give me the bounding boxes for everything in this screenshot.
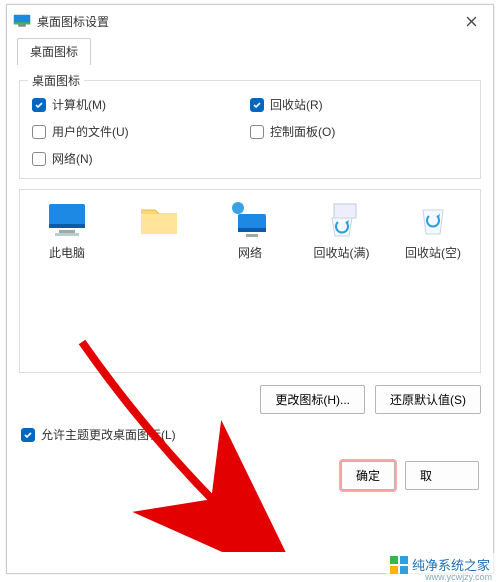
checkbox-label: 用户的文件(U) xyxy=(52,123,129,140)
icon-label: 此电脑 xyxy=(49,244,85,261)
watermark-icon xyxy=(390,556,408,574)
window-title: 桌面图标设置 xyxy=(37,13,455,30)
recycle-empty-icon xyxy=(411,200,455,240)
icon-this-pc[interactable]: 此电脑 xyxy=(30,200,104,261)
checkbox-control[interactable]: 控制面板(O) xyxy=(250,123,468,140)
icon-recycle-full[interactable]: 回收站(满) xyxy=(305,200,379,261)
watermark-url: www.ycwjzy.com xyxy=(425,572,492,582)
dialog-window: 桌面图标设置 桌面图标 桌面图标 计算机(M) 回收站(R) 用户的文件(U) xyxy=(6,4,494,574)
checkbox-label: 计算机(M) xyxy=(52,96,106,113)
change-icon-button[interactable]: 更改图标(H)... xyxy=(260,385,365,414)
titlebar: 桌面图标设置 xyxy=(7,5,493,37)
check-icon xyxy=(250,125,264,139)
check-icon xyxy=(250,98,264,112)
icon-label: 回收站(空) xyxy=(405,244,461,261)
icon-recycle-empty[interactable]: 回收站(空) xyxy=(396,200,470,261)
recycle-full-icon xyxy=(320,200,364,240)
checkbox-network[interactable]: 网络(N) xyxy=(32,150,250,167)
icons-preview-box: 此电脑 网络 回收 xyxy=(19,189,481,373)
checkbox-allow-themes[interactable]: 允许主题更改桌面图标(L) xyxy=(21,426,481,443)
checkbox-label: 控制面板(O) xyxy=(270,123,335,140)
cancel-button[interactable]: 取 xyxy=(405,461,479,490)
tabs: 桌面图标 xyxy=(7,37,493,64)
icon-label: 网络 xyxy=(238,244,262,261)
icon-folder[interactable] xyxy=(122,200,196,244)
check-icon xyxy=(32,98,46,112)
check-icon xyxy=(32,152,46,166)
ok-button[interactable]: 确定 xyxy=(341,461,395,490)
checkbox-recycle[interactable]: 回收站(R) xyxy=(250,96,468,113)
icon-network[interactable]: 网络 xyxy=(213,200,287,261)
check-icon xyxy=(21,428,35,442)
restore-default-button[interactable]: 还原默认值(S) xyxy=(375,385,481,414)
checkbox-userfiles[interactable]: 用户的文件(U) xyxy=(32,123,250,140)
checkbox-label: 允许主题更改桌面图标(L) xyxy=(41,426,176,443)
tab-desktop-icons[interactable]: 桌面图标 xyxy=(17,38,91,65)
network-icon xyxy=(228,200,272,240)
monitor-icon xyxy=(45,200,89,240)
group-legend: 桌面图标 xyxy=(28,72,84,89)
checkbox-label: 回收站(R) xyxy=(270,96,323,113)
dialog-footer: 确定 取 xyxy=(7,453,493,498)
app-icon xyxy=(13,14,31,28)
checkbox-computer[interactable]: 计算机(M) xyxy=(32,96,250,113)
icon-label: 回收站(满) xyxy=(314,244,370,261)
checkbox-label: 网络(N) xyxy=(52,150,93,167)
close-button[interactable] xyxy=(455,5,487,37)
folder-icon xyxy=(137,200,181,240)
check-icon xyxy=(32,125,46,139)
group-desktop-icons: 桌面图标 计算机(M) 回收站(R) 用户的文件(U) 控制面板(O) xyxy=(19,80,481,179)
